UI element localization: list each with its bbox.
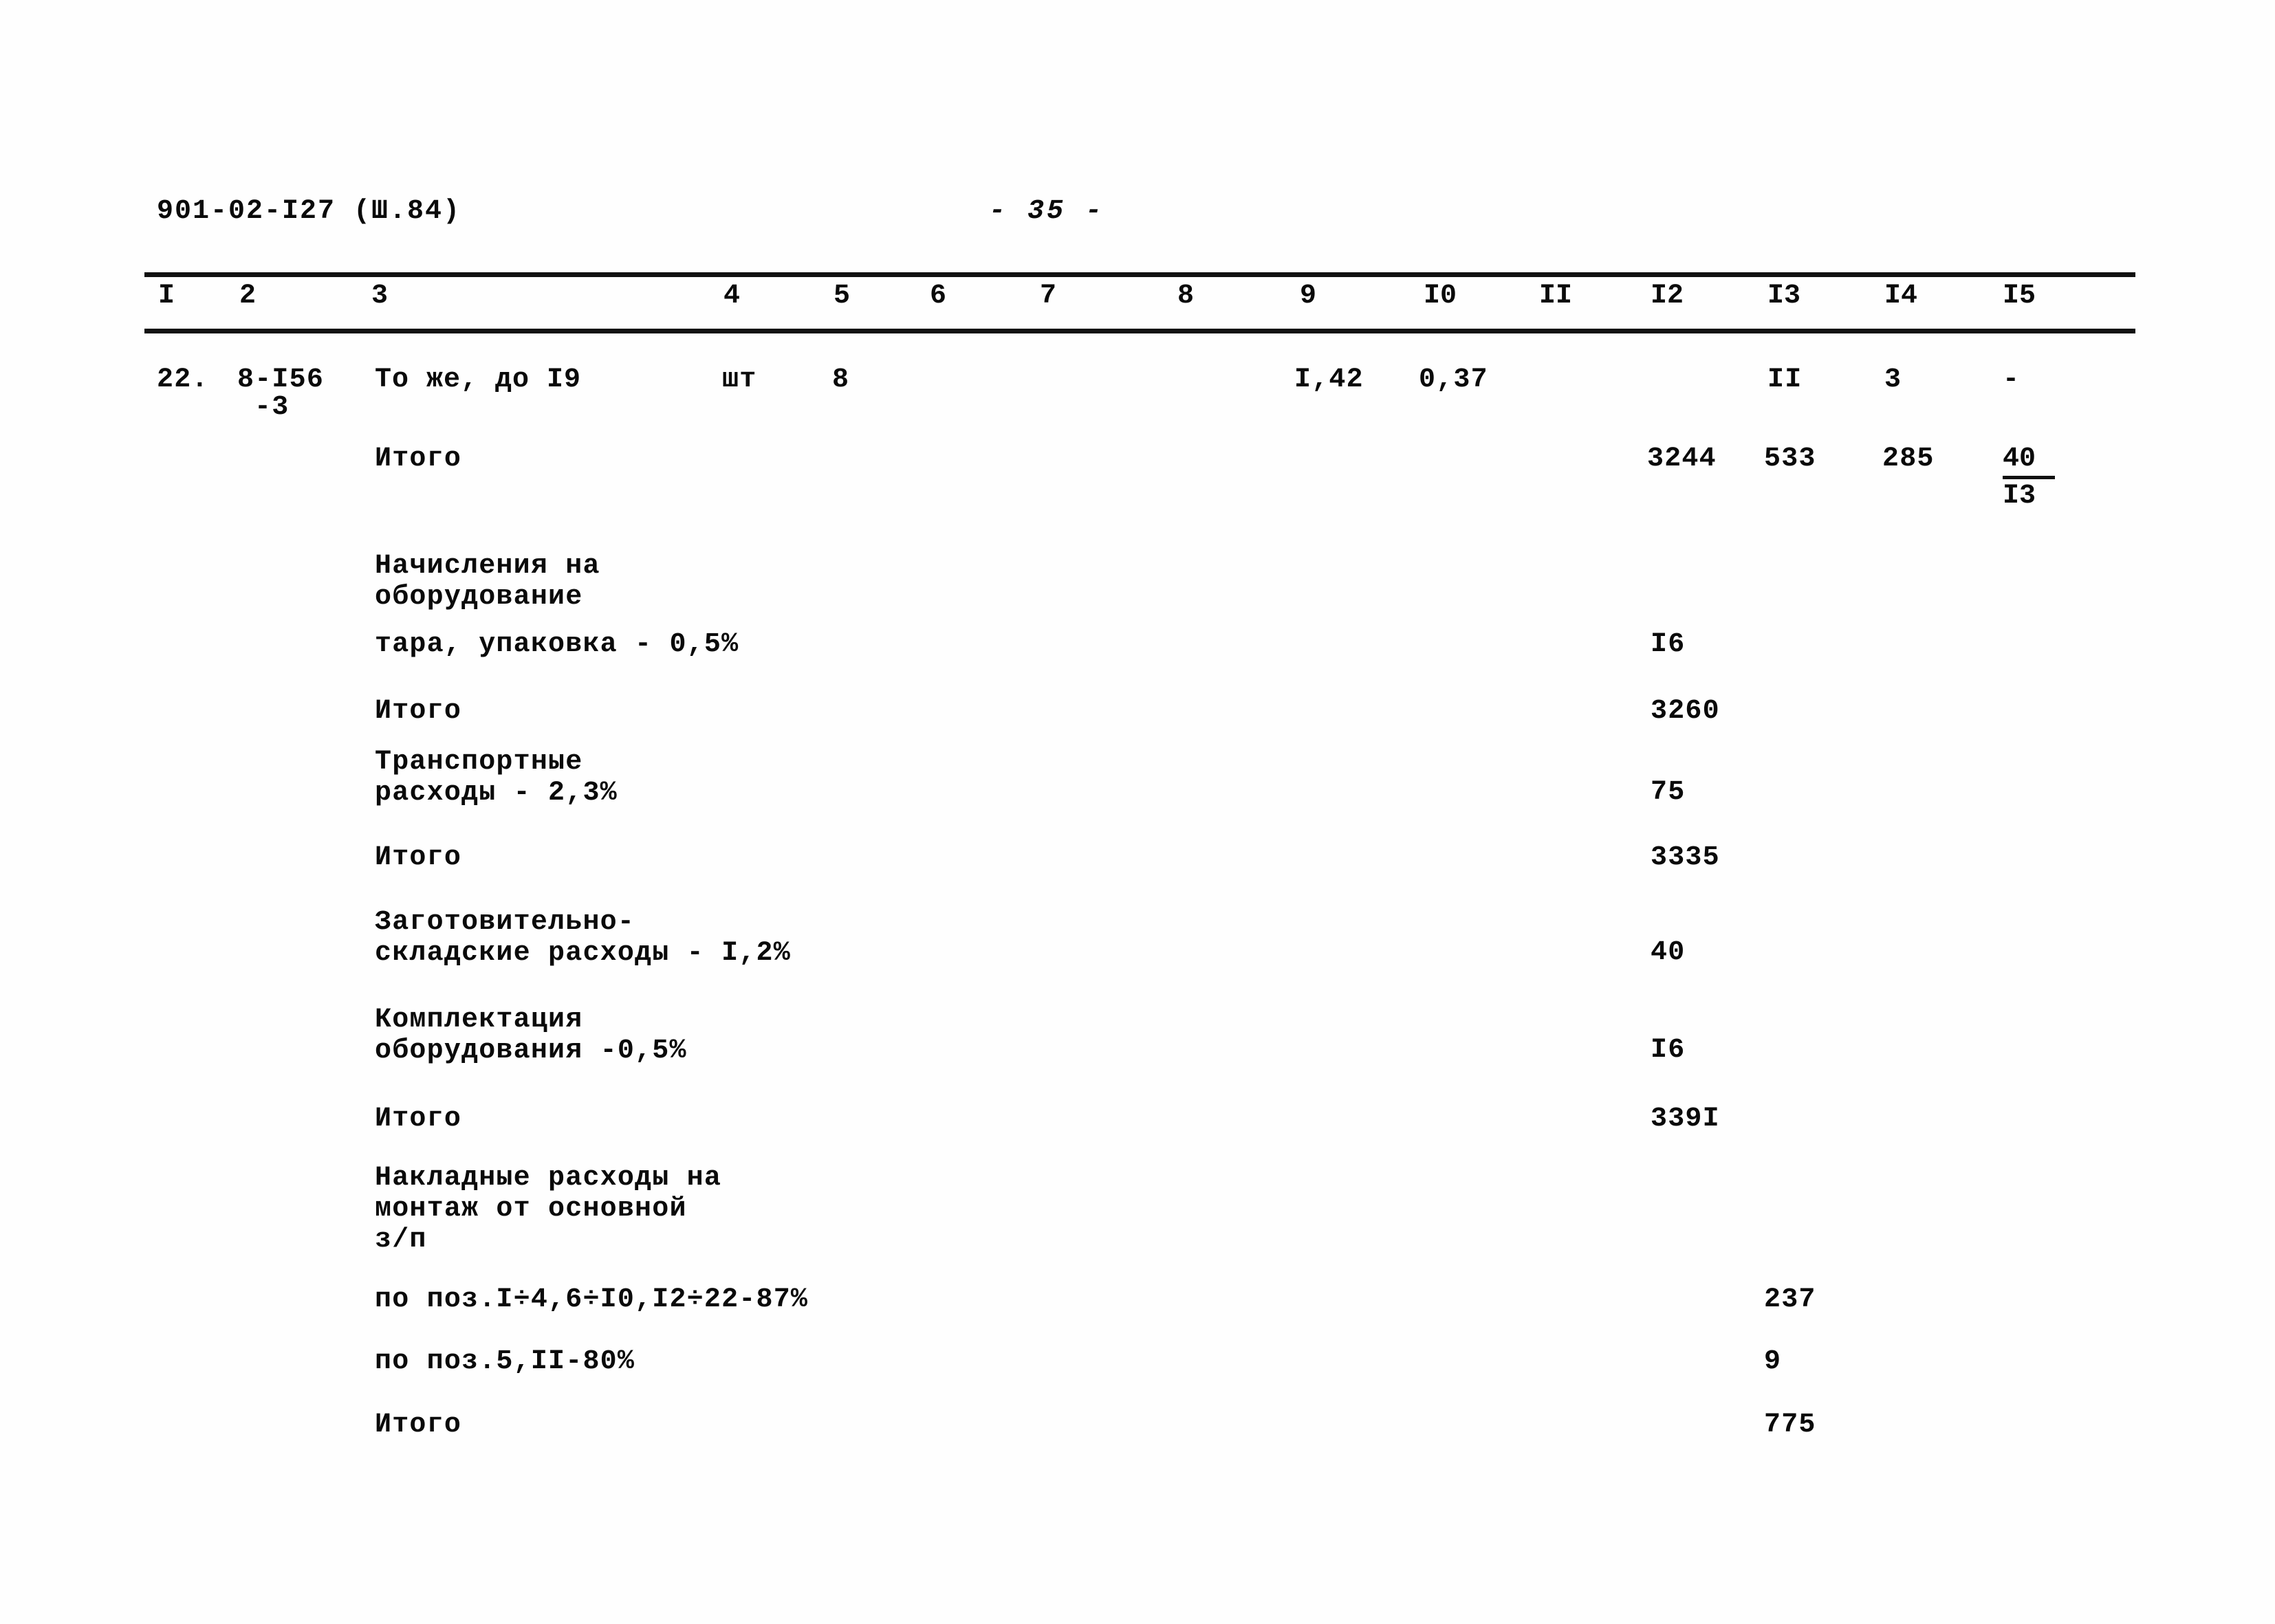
transport-row-col12: 75 (1651, 777, 1686, 808)
overhead-pos-b-col13: 9 (1764, 1346, 1782, 1377)
row-22-col13: II (1767, 364, 1803, 395)
row-22-col14: 3 (1884, 364, 1902, 395)
page-sheet: 901-02-I27 (Ш.84) - 35 - I 2 3 4 5 6 7 8… (0, 0, 2275, 1624)
total-row-2-col12: 3260 (1651, 696, 1720, 727)
total-row-1-col14: 285 (1882, 443, 1935, 474)
row-22-col15: - (2003, 364, 2021, 395)
procurement-row-line2: складские расходы - I,2% (375, 938, 791, 969)
overhead-pos-a-col13: 237 (1764, 1284, 1816, 1315)
row-22-description: То же, до I9 (375, 364, 582, 395)
completion-row-col12: I6 (1651, 1035, 1686, 1066)
total-row-5-label: Итого (375, 1409, 462, 1440)
row-22-col10: 0,37 (1419, 364, 1488, 395)
completion-row-line2: оборудования -0,5% (375, 1035, 687, 1066)
transport-row-line2: расходы - 2,3% (375, 778, 618, 809)
total-row-1-col15-fraction: 40 I3 (2003, 443, 2055, 512)
overhead-pos-a-label: по поз.I÷4,6÷I0,I2÷22-87% (375, 1284, 809, 1315)
accrual-heading-line2: оборудование (375, 582, 583, 613)
procurement-row-line1: Заготовительно- (375, 907, 635, 938)
total-row-5-col13: 775 (1764, 1409, 1816, 1440)
table-body: 22. 8-I56 -3 То же, до I9 шт 8 I,42 0,37… (0, 0, 2275, 1624)
completion-row-line1: Комплектация (375, 1005, 583, 1035)
total-row-4-label: Итого (375, 1104, 462, 1134)
row-22-quantity: 8 (832, 364, 850, 395)
overhead-heading-line3: з/п (375, 1225, 427, 1255)
row-22-code-line2: -3 (254, 392, 290, 423)
fraction-numerator: 40 (2003, 443, 2036, 474)
transport-row-line1: Транспортные (375, 747, 583, 778)
accrual-heading-line1: Начисления на (375, 551, 600, 582)
packaging-row-label: тара, упаковка - 0,5% (375, 629, 739, 660)
total-row-3-col12: 3335 (1651, 842, 1720, 873)
procurement-row-col12: 40 (1651, 937, 1686, 968)
fraction-denominator: I3 (2003, 481, 2036, 512)
packaging-row-col12: I6 (1651, 629, 1686, 660)
overhead-heading-line1: Накладные расходы на (375, 1163, 722, 1194)
row-22-unit: шт (722, 364, 757, 395)
overhead-pos-b-label: по поз.5,II-80% (375, 1346, 635, 1377)
total-row-4-col12: 339I (1651, 1104, 1720, 1134)
total-row-2-label: Итого (375, 696, 462, 727)
overhead-heading-line2: монтаж от основной (375, 1194, 687, 1225)
total-row-1-label: Итого (375, 443, 462, 474)
total-row-1-col12: 3244 (1647, 443, 1717, 474)
total-row-3-label: Итого (375, 842, 462, 873)
row-22-position: 22. (157, 364, 209, 395)
row-22-col9: I,42 (1294, 364, 1364, 395)
total-row-1-col13: 533 (1764, 443, 1816, 474)
fraction-bar (2003, 476, 2055, 479)
